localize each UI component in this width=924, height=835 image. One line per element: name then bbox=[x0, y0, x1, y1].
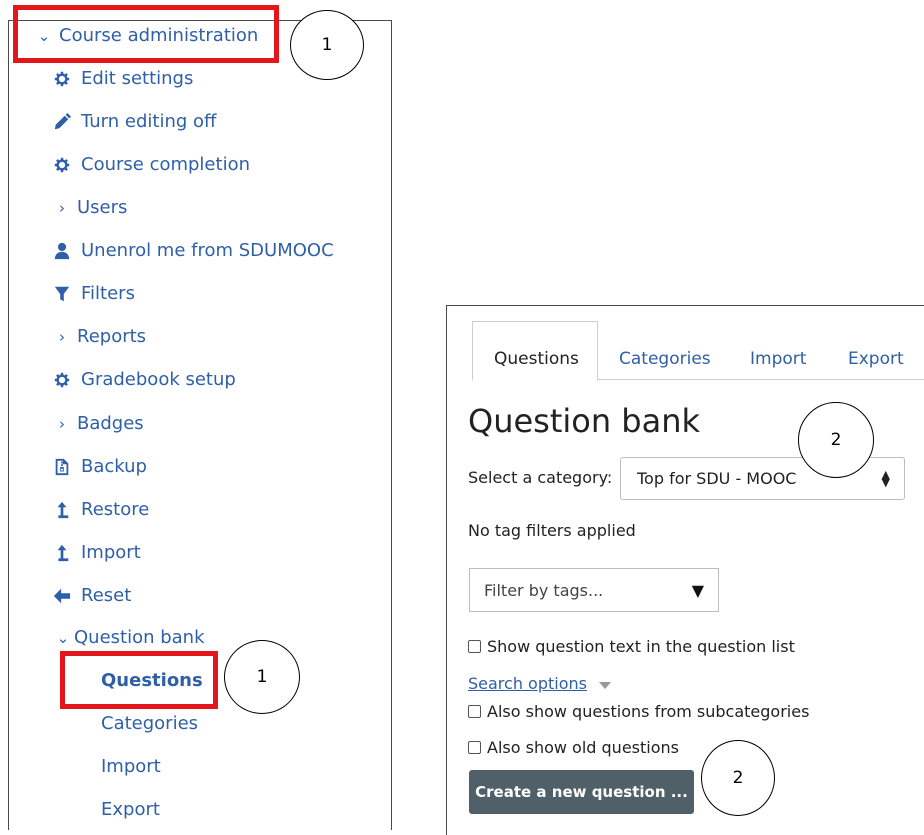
show-question-text-option[interactable]: Show question text in the question list bbox=[468, 637, 795, 656]
sort-arrows-icon: ▲ ▼ bbox=[881, 467, 890, 489]
menu-item-edit-settings[interactable]: Edit settings bbox=[52, 68, 193, 89]
submenu-import[interactable]: Import bbox=[101, 756, 161, 777]
pencil-icon bbox=[52, 112, 72, 132]
gear-icon bbox=[52, 370, 72, 390]
subcategories-checkbox[interactable] bbox=[468, 705, 481, 718]
menu-item-users[interactable]: › Users bbox=[52, 197, 127, 218]
menu-item-turn-editing-off[interactable]: Turn editing off bbox=[52, 111, 216, 132]
menu-item-reset[interactable]: Reset bbox=[52, 585, 131, 606]
old-questions-option[interactable]: Also show old questions bbox=[468, 738, 679, 757]
tab-export[interactable]: Export bbox=[848, 349, 904, 369]
chevron-right-icon: › bbox=[59, 327, 65, 346]
caret-down-icon bbox=[599, 682, 611, 689]
menu-item-gradebook-setup[interactable]: Gradebook setup bbox=[52, 369, 236, 390]
chevron-right-icon: › bbox=[59, 414, 65, 433]
gear-icon bbox=[52, 155, 72, 175]
show-question-text-checkbox[interactable] bbox=[468, 640, 481, 653]
step-badge-1: 1 bbox=[224, 640, 300, 714]
old-questions-checkbox[interactable] bbox=[468, 741, 481, 754]
highlight-questions bbox=[60, 651, 218, 709]
menu-item-badges[interactable]: › Badges bbox=[52, 413, 144, 434]
filter-icon bbox=[52, 284, 72, 304]
tab-questions[interactable]: Questions bbox=[494, 349, 579, 369]
menu-item-import[interactable]: Import bbox=[52, 542, 141, 563]
chevron-down-icon: ⌄ bbox=[56, 628, 70, 647]
step-badge-1: 1 bbox=[290, 10, 364, 80]
category-label: Select a category: bbox=[468, 468, 613, 487]
filter-by-tags-input[interactable]: Filter by tags... ▼ bbox=[469, 568, 719, 612]
filter-placeholder: Filter by tags... bbox=[484, 580, 604, 600]
tab-categories[interactable]: Categories bbox=[619, 349, 711, 369]
submenu-categories[interactable]: Categories bbox=[101, 713, 198, 734]
category-select-value: Top for SDU - MOOC bbox=[637, 469, 797, 488]
menu-item-backup[interactable]: Backup bbox=[52, 456, 147, 477]
menu-item-question-bank[interactable]: ⌄ Question bank bbox=[55, 627, 205, 648]
menu-item-course-completion[interactable]: Course completion bbox=[52, 154, 250, 175]
menu-item-filters[interactable]: Filters bbox=[52, 283, 135, 304]
create-new-question-button[interactable]: Create a new question ... bbox=[469, 770, 694, 814]
tab-underline bbox=[598, 379, 924, 380]
tab-import[interactable]: Import bbox=[750, 349, 806, 369]
dropdown-triangle-icon: ▼ bbox=[691, 580, 704, 600]
upload-arrow-icon bbox=[52, 543, 72, 563]
page-title: Question bank bbox=[468, 402, 701, 440]
step-badge-2: 2 bbox=[798, 402, 874, 478]
submenu-export[interactable]: Export bbox=[101, 799, 160, 820]
arrow-left-icon bbox=[52, 586, 72, 606]
highlight-course-administration bbox=[13, 5, 279, 63]
chevron-right-icon: › bbox=[59, 198, 65, 217]
upload-arrow-icon bbox=[52, 500, 72, 520]
gear-icon bbox=[52, 69, 72, 89]
step-badge-2: 2 bbox=[701, 740, 775, 816]
menu-item-restore[interactable]: Restore bbox=[52, 499, 149, 520]
menu-item-reports[interactable]: › Reports bbox=[52, 326, 146, 347]
subcategories-option[interactable]: Also show questions from subcategories bbox=[468, 702, 809, 721]
menu-item-unenrol[interactable]: Unenrol me from SDUMOOC bbox=[52, 240, 334, 261]
no-tag-filters-text: No tag filters applied bbox=[468, 521, 636, 540]
search-options-link[interactable]: Search options bbox=[468, 674, 587, 693]
file-archive-icon bbox=[52, 457, 72, 477]
user-icon bbox=[52, 241, 72, 261]
